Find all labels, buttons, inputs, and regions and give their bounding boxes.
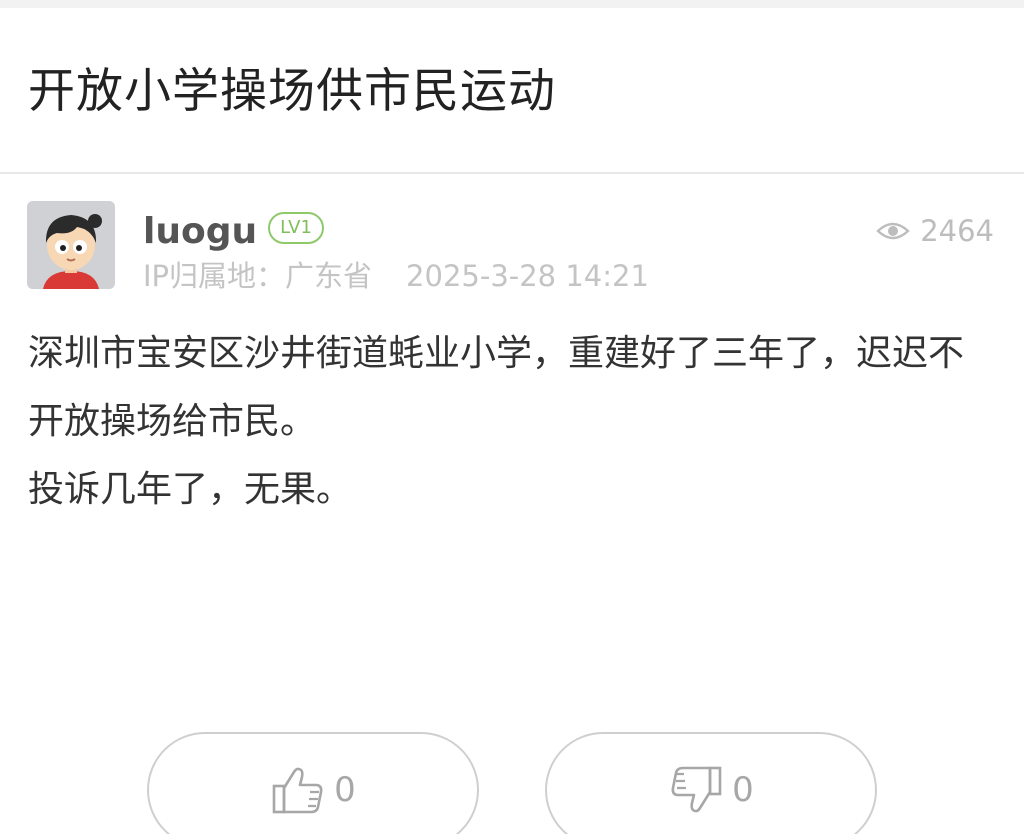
- post-time: 2025-3-28 14:21: [406, 259, 649, 293]
- avatar-cartoon-icon: [27, 201, 115, 289]
- like-button[interactable]: 0: [147, 732, 479, 834]
- avatar[interactable]: [27, 201, 115, 289]
- ip-location: IP归属地：广东省: [143, 259, 373, 293]
- eye-icon: [876, 222, 910, 240]
- dislike-count: 0: [732, 770, 754, 810]
- post-content: 深圳市宝安区沙井街道蚝业小学，重建好了三年了，迟迟不开放操场给市民。 投诉几年了…: [28, 320, 988, 524]
- content-paragraph: 深圳市宝安区沙井街道蚝业小学，重建好了三年了，迟迟不开放操场给市民。: [28, 333, 965, 442]
- post-detail-page: 开放小学操场供市民运动 luogu LV1 IP归属地：广东省 2025-3-28…: [0, 0, 1024, 834]
- thumbs-down-icon: [671, 766, 722, 813]
- top-strip: [0, 0, 1024, 8]
- dislike-button[interactable]: 0: [545, 732, 877, 834]
- view-count: 2464: [876, 211, 994, 251]
- thumbs-up-icon: [272, 767, 323, 814]
- like-count: 0: [334, 770, 356, 810]
- title-divider: [0, 172, 1024, 174]
- author-name[interactable]: luogu: [143, 210, 257, 254]
- content-paragraph: 投诉几年了，无果。: [28, 469, 353, 510]
- view-count-value: 2464: [920, 214, 994, 248]
- level-badge: LV1: [268, 212, 324, 244]
- post-title: 开放小学操场供市民运动: [28, 64, 556, 119]
- post-meta: IP归属地：广东省 2025-3-28 14:21: [143, 256, 649, 296]
